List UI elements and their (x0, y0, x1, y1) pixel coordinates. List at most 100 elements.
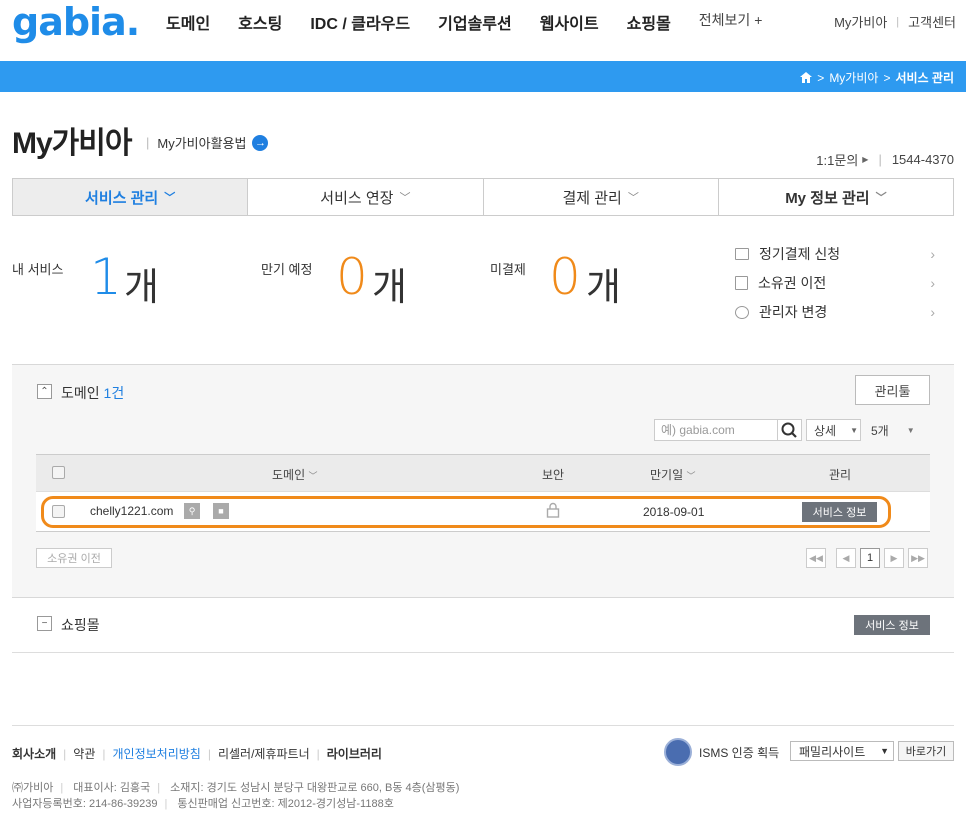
page-size-value: 5개 (871, 423, 889, 438)
divider: | (316, 746, 320, 761)
footer-link-library[interactable]: 라이브러리 (327, 745, 382, 762)
nav-idc-cloud[interactable]: IDC / 클라우드 (310, 10, 410, 33)
page-title: My가비아 (12, 127, 132, 160)
nav-view-all[interactable]: 전체보기 + (699, 10, 763, 32)
section-title-text: 도메인 (61, 385, 100, 401)
tab-my-info[interactable]: My 정보 관리 ﹀ (717, 179, 953, 215)
domain-section-title: 도메인 1건 (61, 383, 124, 403)
caret-down-icon: ▼ (906, 425, 915, 435)
phone-number: 1544-4370 (891, 152, 954, 167)
family-site-select[interactable]: 패밀리사이트 ▼ (790, 741, 894, 761)
tab-label: 결제 관리 (562, 189, 622, 207)
quick-link-auto-payment[interactable]: 정기결제 신청 › (735, 244, 935, 264)
chevron-down-icon: ﹀ (308, 471, 318, 481)
company-name: ㈜가비아 (12, 782, 54, 794)
chevron-down-icon: ﹀ (399, 192, 411, 204)
count-unit: 개 (372, 267, 407, 309)
service-tabs: 서비스 관리 ﹀ 서비스 연장 ﹀ 결제 관리 ﹀ My 정보 관리 ﹀ (12, 178, 954, 216)
first-page-icon[interactable]: ◀◀ (806, 548, 826, 568)
expiring-count[interactable]: 0 (336, 248, 368, 306)
nav-enterprise[interactable]: 기업솔루션 (438, 10, 512, 33)
quick-link-admin-change[interactable]: 관리자 변경 › (735, 302, 935, 322)
detail-select[interactable]: 상세 ▼ (806, 419, 861, 441)
inquiry-link[interactable]: 1:1문의 (816, 150, 858, 169)
divider: | (146, 135, 150, 150)
column-domain[interactable]: 도메인 ﹀ (272, 466, 317, 483)
nav-domain[interactable]: 도메인 (166, 10, 210, 33)
divider (12, 725, 954, 726)
manage-tool-button[interactable]: 관리툴 (855, 375, 930, 405)
users-icon (735, 305, 749, 319)
domain-search-input[interactable]: 예) gabia.com (654, 419, 778, 441)
column-manage: 관리 (829, 468, 852, 482)
nav-website[interactable]: 웹사이트 (540, 10, 599, 33)
tab-service-manage[interactable]: 서비스 관리 ﹀ (13, 179, 248, 215)
column-label: 도메인 (272, 468, 306, 482)
expand-icon[interactable]: − (37, 616, 52, 631)
chevron-down-icon: ﹀ (164, 192, 176, 204)
domain-count: 1건 (103, 385, 125, 401)
nav-hosting[interactable]: 호스팅 (238, 10, 282, 33)
my-services-label: 내 서비스 (12, 262, 64, 277)
divider: | (63, 746, 67, 761)
page-size-select[interactable]: 5개 ▼ (871, 419, 923, 441)
count-unit: 개 (124, 267, 159, 309)
isms-badge-icon (664, 738, 692, 766)
company-info: ㈜가비아 | 대표이사: 김홍국 | 소재지: 경기도 성남시 분당구 대왕판교로 … (12, 779, 459, 795)
breadcrumb-separator: > (817, 70, 825, 85)
caret-right-icon: ▶ (862, 155, 869, 164)
breadcrumb-my-gabia[interactable]: My가비아 (829, 69, 878, 86)
nav-shopping-mall[interactable]: 쇼핑몰 (627, 10, 671, 33)
footer-link-company[interactable]: 회사소개 (12, 745, 56, 762)
search-button[interactable] (778, 419, 802, 441)
quick-link-ownership-transfer[interactable]: 소유권 이전 › (735, 273, 935, 293)
column-expiry[interactable]: 만기일 ﹀ (650, 466, 695, 483)
tab-service-renew[interactable]: 서비스 연장 ﹀ (247, 179, 483, 215)
footer-link-terms[interactable]: 약관 (73, 745, 95, 762)
divider: | (102, 746, 106, 761)
expiring-label: 만기 예정 (261, 262, 313, 277)
customer-center-link[interactable]: 고객센터 (908, 12, 956, 31)
unpaid-count[interactable]: 0 (549, 248, 581, 306)
howto-label: My가비아활용법 (157, 136, 247, 151)
detail-select-value: 상세 (814, 423, 837, 438)
chevron-right-icon: › (930, 304, 935, 320)
isms-label: ISMS 인증 획득 (699, 746, 780, 760)
divider (12, 652, 954, 653)
chevron-right-icon: › (930, 275, 935, 291)
caret-down-icon: ▼ (850, 425, 859, 435)
family-site-value: 패밀리사이트 (799, 744, 866, 759)
utility-links: My가비아 | 고객센터 (834, 12, 956, 31)
tab-payment[interactable]: 결제 관리 ﹀ (482, 179, 718, 215)
business-number: 사업자등록번호: 214-86-39239 (12, 798, 158, 810)
divider: | (878, 152, 882, 167)
breadcrumb-current: 서비스 관리 (895, 71, 954, 85)
chevron-down-icon: ﹀ (686, 471, 696, 481)
breadcrumb-separator: > (883, 70, 891, 85)
home-icon[interactable] (800, 72, 813, 83)
divider: | (157, 782, 161, 794)
page-number[interactable]: 1 (860, 548, 880, 568)
footer-link-reseller[interactable]: 리셀러/제휴파트너 (218, 745, 310, 762)
gabia-logo[interactable]: gabia. (12, 0, 140, 44)
my-gabia-link[interactable]: My가비아 (834, 12, 887, 31)
howto-link[interactable]: | My가비아활용법 → (146, 133, 269, 152)
collapse-icon[interactable]: ⌃ (37, 384, 52, 399)
ecommerce-number: 통신판매업 신고번호: 제2012-경기성남-1188호 (177, 798, 394, 810)
card-icon (735, 248, 749, 260)
tab-label: 서비스 관리 (85, 189, 159, 207)
last-page-icon[interactable]: ▶▶ (908, 548, 928, 568)
my-services-count[interactable]: 1 (90, 248, 122, 306)
footer-link-privacy[interactable]: 개인정보처리방침 (113, 745, 201, 762)
select-all-checkbox[interactable] (52, 466, 65, 479)
service-info-button[interactable]: 서비스 정보 (854, 615, 930, 635)
divider: | (896, 15, 900, 28)
prev-page-icon[interactable]: ◀ (836, 548, 856, 568)
arrow-right-icon: → (252, 134, 269, 151)
footer-links: 회사소개 | 약관 | 개인정보처리방침 | 리셀러/제휴파트너 | 라이브러리 (12, 745, 382, 762)
go-button[interactable]: 바로가기 (898, 741, 954, 761)
quick-link-label: 정기결제 신청 (759, 246, 841, 262)
ownership-transfer-button[interactable]: 소유권 이전 (36, 548, 112, 568)
next-page-icon[interactable]: ▶ (884, 548, 904, 568)
chevron-down-icon: ﹀ (627, 192, 639, 204)
